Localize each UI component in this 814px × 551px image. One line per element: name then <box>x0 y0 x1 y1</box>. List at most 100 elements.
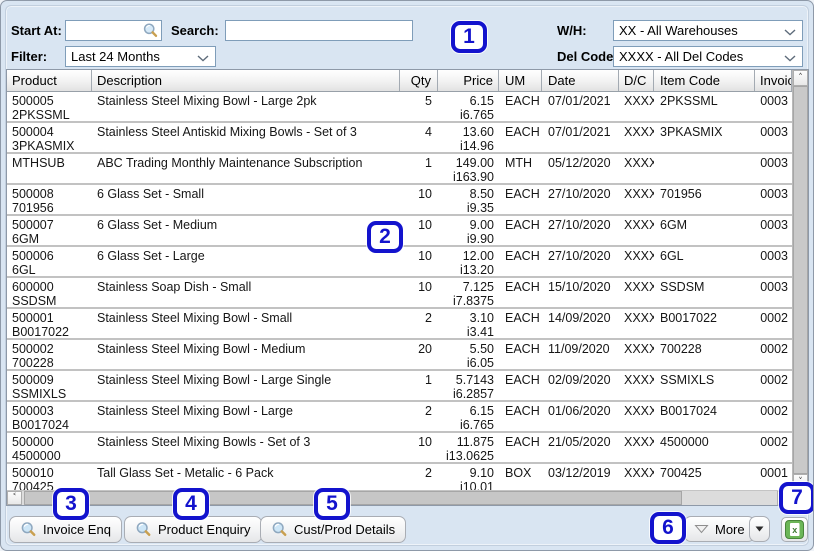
cell-product: 5000004500000 <box>7 433 92 462</box>
table-row[interactable]: MTHSUB ABC Trading Monthly Maintenance S… <box>7 154 792 185</box>
vertical-scrollbar[interactable]: ˄ ˅ <box>792 70 808 490</box>
col-product[interactable]: Product <box>7 70 92 91</box>
table-row[interactable]: 5000004500000 Stainless Steel Mixing Bow… <box>7 433 792 464</box>
more-dropdown-button[interactable] <box>749 516 770 542</box>
table-row[interactable]: 500003B0017024 Stainless Steel Mixing Bo… <box>7 402 792 433</box>
table-row[interactable]: 5000076GM 6 Glass Set - Medium 10 9.00i9… <box>7 216 792 247</box>
cell-um: EACH <box>499 92 542 121</box>
cell-date: 14/09/2020 <box>542 309 619 338</box>
triangle-down-icon <box>694 524 709 534</box>
cell-description: Stainless Steel Mixing Bowl - Large Sing… <box>92 371 400 400</box>
col-qty[interactable]: Qty <box>400 70 438 91</box>
cell-date: 05/12/2020 <box>542 154 619 183</box>
cust-prod-details-label: Cust/Prod Details <box>294 522 395 537</box>
more-button[interactable]: More <box>684 516 755 542</box>
cell-um: BOX <box>499 464 542 490</box>
chevron-down-icon <box>784 29 796 36</box>
cell-dc: XXXX <box>619 185 654 214</box>
cell-date: 27/10/2020 <box>542 216 619 245</box>
search-lookup-icon[interactable] <box>142 22 159 39</box>
cell-item-code: 701956 <box>654 185 755 214</box>
cell-invoice: 0003 <box>755 216 792 245</box>
cell-description: Tall Glass Set - Metalic - 6 Pack <box>92 464 400 490</box>
cell-qty: 4 <box>400 123 438 152</box>
cell-item-code: 4500000 <box>654 433 755 462</box>
cell-um: EACH <box>499 340 542 369</box>
table-row[interactable]: 5000043PKASMIX Stainless Steel Antiskid … <box>7 123 792 154</box>
del-code-select[interactable]: XXXX - All Del Codes <box>613 46 803 67</box>
col-dc[interactable]: D/C <box>619 70 654 91</box>
cell-product: 5000043PKASMIX <box>7 123 92 152</box>
filter-select[interactable]: Last 24 Months <box>65 46 216 67</box>
cell-dc: XXXX <box>619 278 654 307</box>
col-date[interactable]: Date <box>542 70 619 91</box>
warehouse-label: W/H: <box>557 23 587 38</box>
start-at-field-wrap <box>65 20 162 41</box>
cell-um: EACH <box>499 278 542 307</box>
cell-um: MTH <box>499 154 542 183</box>
cell-price: 6.15i6.765 <box>438 402 499 431</box>
magnifier-icon <box>271 521 288 538</box>
warehouse-select[interactable]: XX - All Warehouses <box>613 20 803 41</box>
scroll-right-button[interactable]: ˃ <box>777 491 792 505</box>
cell-dc: XXXX <box>619 464 654 490</box>
cell-item-code: 2PKSSML <box>654 92 755 121</box>
table-row[interactable]: 600000SSDSM Stainless Soap Dish - Small … <box>7 278 792 309</box>
cell-qty: 20 <box>400 340 438 369</box>
cell-dc: XXXX <box>619 433 654 462</box>
start-at-label: Start At: <box>11 23 62 38</box>
cell-product: 500001B0017022 <box>7 309 92 338</box>
cell-description: Stainless Steel Mixing Bowl - Large <box>92 402 400 431</box>
cell-product: 500009SSMIXLS <box>7 371 92 400</box>
cell-product: 5000076GM <box>7 216 92 245</box>
cell-description: Stainless Steel Mixing Bowl - Medium <box>92 340 400 369</box>
cell-invoice: 0003 <box>755 185 792 214</box>
table-row[interactable]: 500008701956 6 Glass Set - Small 10 8.50… <box>7 185 792 216</box>
cell-item-code: 3PKASMIX <box>654 123 755 152</box>
cell-description: Stainless Steel Mixing Bowl - Small <box>92 309 400 338</box>
search-label: Search: <box>171 23 219 38</box>
table-row[interactable]: 5000052PKSSML Stainless Steel Mixing Bow… <box>7 92 792 123</box>
cell-price: 6.15i6.765 <box>438 92 499 121</box>
cell-date: 03/12/2019 <box>542 464 619 490</box>
cell-price: 5.50i6.05 <box>438 340 499 369</box>
col-um[interactable]: UM <box>499 70 542 91</box>
scroll-down-button[interactable]: ˅ <box>793 474 808 490</box>
cell-product: 600000SSDSM <box>7 278 92 307</box>
cell-qty: 2 <box>400 464 438 490</box>
col-description[interactable]: Description <box>92 70 400 91</box>
product-enquiry-button[interactable]: Product Enquiry <box>124 516 262 543</box>
scroll-up-button[interactable]: ˄ <box>793 70 808 86</box>
cell-dc: XXXX <box>619 402 654 431</box>
table-row[interactable]: 500010700425 Tall Glass Set - Metalic - … <box>7 464 792 490</box>
horizontal-scrollbar[interactable]: ˂ ˃ <box>7 490 792 505</box>
col-invoice[interactable]: Invoice <box>755 70 792 91</box>
cell-description: Stainless Steel Mixing Bowl - Large 2pk <box>92 92 400 121</box>
caret-down-icon <box>755 526 764 532</box>
cell-item-code: 700425 <box>654 464 755 490</box>
cust-prod-details-button[interactable]: Cust/Prod Details <box>260 516 406 543</box>
table-row[interactable]: 500001B0017022 Stainless Steel Mixing Bo… <box>7 309 792 340</box>
scroll-left-button[interactable]: ˂ <box>7 491 22 505</box>
cell-date: 01/06/2020 <box>542 402 619 431</box>
col-price[interactable]: Price <box>438 70 499 91</box>
search-input[interactable] <box>225 20 413 41</box>
cell-qty: 10 <box>400 185 438 214</box>
col-item-code[interactable]: Item Code <box>654 70 755 91</box>
invoice-enq-button[interactable]: Invoice Enq <box>9 516 122 543</box>
vertical-scrollbar-thumb[interactable] <box>793 86 808 474</box>
table-row[interactable]: 5000066GL 6 Glass Set - Large 10 12.00i1… <box>7 247 792 278</box>
cell-dc: XXXX <box>619 92 654 121</box>
cell-price: 13.60i14.96 <box>438 123 499 152</box>
table-row[interactable]: 500009SSMIXLS Stainless Steel Mixing Bow… <box>7 371 792 402</box>
cell-price: 9.00i9.90 <box>438 216 499 245</box>
cell-qty: 1 <box>400 371 438 400</box>
export-excel-button[interactable]: x <box>781 517 808 542</box>
cell-dc: XXXX <box>619 216 654 245</box>
table-header: Product Description Qty Price UM Date D/… <box>7 70 792 92</box>
table-row[interactable]: 500002700228 Stainless Steel Mixing Bowl… <box>7 340 792 371</box>
cell-item-code <box>654 154 755 183</box>
cell-um: EACH <box>499 123 542 152</box>
horizontal-scrollbar-thumb[interactable] <box>24 491 682 505</box>
cell-date: 21/05/2020 <box>542 433 619 462</box>
